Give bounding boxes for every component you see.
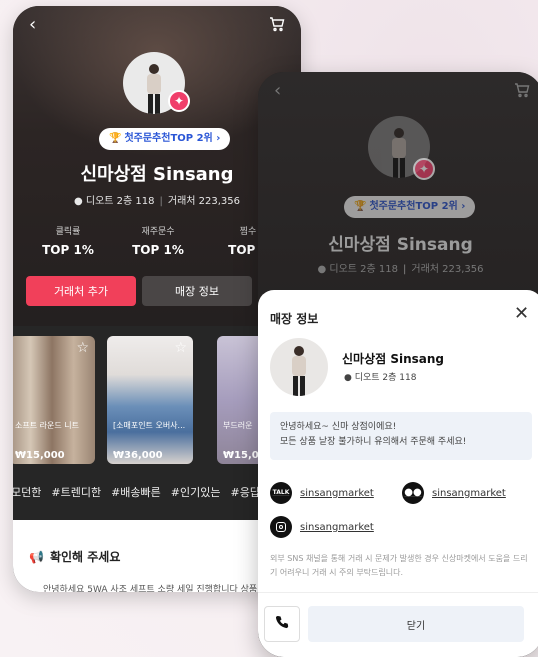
stat-reorder: 재주문수 TOP 1% [113, 224, 203, 257]
avatar-person-image [292, 346, 306, 396]
product-name: 부드러운 [223, 421, 253, 430]
store-info-button[interactable]: 매장 정보 [142, 276, 252, 306]
product-name: [소매포인트 오버사... [113, 421, 186, 430]
divider: | [159, 196, 163, 207]
store-meta: ● 디오트 2층 118 | 거래처 223,356 [258, 260, 538, 275]
megaphone-icon: 📢 [29, 550, 44, 564]
instagram-link[interactable]: sinsangmarket [270, 516, 374, 538]
sns-handle: sinsangmarket [300, 521, 374, 533]
sparkle-badge-icon: ✦ [168, 90, 190, 112]
rank-badge: 🏆 첫주문추천TOP 2위 › [344, 196, 476, 218]
star-icon[interactable]: ☆ [174, 340, 187, 356]
store-greeting: 안녕하세요~ 신마 상점이에요! 모든 상품 낱장 불가하니 유의해서 주문해 … [270, 412, 532, 460]
phone-call-button[interactable] [264, 606, 300, 642]
sheet-title: 매장 정보 [270, 312, 319, 326]
instagram-icon [270, 516, 292, 538]
greeting-line: 모든 상품 낱장 불가하니 유의해서 주문해 주세요! [280, 437, 467, 447]
trophy-icon: 🏆 [354, 201, 367, 212]
divider [258, 592, 538, 593]
notice-body: 안녕하세요 5WA 사조 세프트 소량 세일 진행합니다 상품 [43, 585, 258, 592]
close-icon[interactable]: ✕ [514, 305, 529, 323]
add-partner-button[interactable]: 거래처 추가 [26, 276, 136, 306]
trade-count: 거래처 223,356 [167, 196, 241, 207]
store-avatar [270, 338, 328, 396]
sparkle-badge-icon: ✦ [413, 158, 435, 180]
rank-badge-label: 첫주문추천TOP 2위 [124, 133, 213, 144]
store-location: 디오트 2층 118 [85, 196, 155, 207]
tag-item[interactable]: #트렌디한 [51, 486, 101, 499]
kakaotalk-icon: TALK [270, 482, 292, 504]
product-price: ₩15,000 [15, 450, 65, 461]
location-pin-icon: ● [344, 373, 352, 383]
stat-value: TOP 1% [42, 243, 94, 257]
close-button[interactable]: 닫기 [308, 606, 524, 642]
divider: | [403, 264, 407, 275]
store-name: 신마상점 Sinsang [328, 235, 473, 255]
back-arrow-icon[interactable]: ‹ [29, 16, 36, 34]
wechat-link[interactable]: ●● sinsangmarket [402, 482, 506, 504]
tag-list: 모던한 #트렌디한 #배송빠른 #인기있는 #응답빠 [13, 484, 280, 500]
tag-item[interactable]: #인기있는 [171, 486, 221, 499]
product-price: ₩36,000 [113, 450, 163, 461]
stat-label: 재주문수 [141, 227, 175, 237]
product-card[interactable]: ☆ 소프트 라운드 니트 ₩15,000 [13, 336, 95, 464]
store-info-sheet-screen: ‹ ✦ 🏆 첫주문추천TOP 2위 › 신마상점 Sinsang ● 디오트 2층… [258, 72, 538, 657]
tag-item[interactable]: #배송빠른 [111, 486, 161, 499]
stat-click-rate: 클릭률 TOP 1% [23, 224, 113, 257]
stat-label: 클릭률 [55, 227, 81, 237]
sns-handle: sinsangmarket [300, 487, 374, 499]
sns-warning-text: 외부 SNS 채널을 통해 거래 시 문제가 발생한 경우 신상마켓에서 도움을… [270, 554, 528, 577]
rank-badge-label: 첫주문추천TOP 2위 [369, 201, 458, 212]
star-icon[interactable]: ☆ [76, 340, 89, 356]
greeting-line: 안녕하세요~ 신마 상점이에요! [280, 422, 397, 432]
rank-badge[interactable]: 🏆 첫주문추천TOP 2위 › [99, 128, 231, 150]
notice-heading: 📢 확인해 주세요 [29, 548, 120, 565]
notice-title-text: 확인해 주세요 [49, 550, 121, 564]
cart-icon[interactable] [269, 16, 285, 36]
chevron-right-icon: › [212, 133, 221, 144]
avatar-person-image [392, 128, 406, 178]
sheet-store-name: 신마상점 Sinsang [342, 352, 445, 366]
cart-icon [514, 82, 530, 102]
back-arrow-icon: ‹ [274, 80, 282, 101]
avatar-person-image [147, 64, 161, 114]
location-pin-icon: ● [73, 196, 83, 207]
wechat-icon: ●● [402, 482, 424, 504]
trophy-icon: 🏆 [109, 133, 122, 144]
product-card[interactable]: ☆ [소매포인트 오버사... ₩36,000 [107, 336, 193, 464]
location-pin-icon: ● [317, 264, 327, 275]
sns-handle: sinsangmarket [432, 487, 506, 499]
chevron-right-icon: › [457, 201, 466, 212]
product-name: 소프트 라운드 니트 [15, 421, 79, 430]
store-info-bottom-sheet: 매장 정보 ✕ 신마상점 Sinsang ● 디오트 2층 118 안녕하세요~… [258, 290, 538, 657]
sheet-store-location: ● 디오트 2층 118 [344, 370, 416, 383]
trade-count: 거래처 223,356 [411, 264, 484, 275]
phone-icon [275, 614, 289, 633]
sheet-location-text: 디오트 2층 118 [354, 373, 417, 383]
stat-value: TOP 1% [132, 243, 184, 257]
tag-item[interactable]: 모던한 [13, 486, 41, 499]
kakaotalk-link[interactable]: TALK sinsangmarket [270, 482, 374, 504]
store-location: 디오트 2층 118 [329, 264, 398, 275]
